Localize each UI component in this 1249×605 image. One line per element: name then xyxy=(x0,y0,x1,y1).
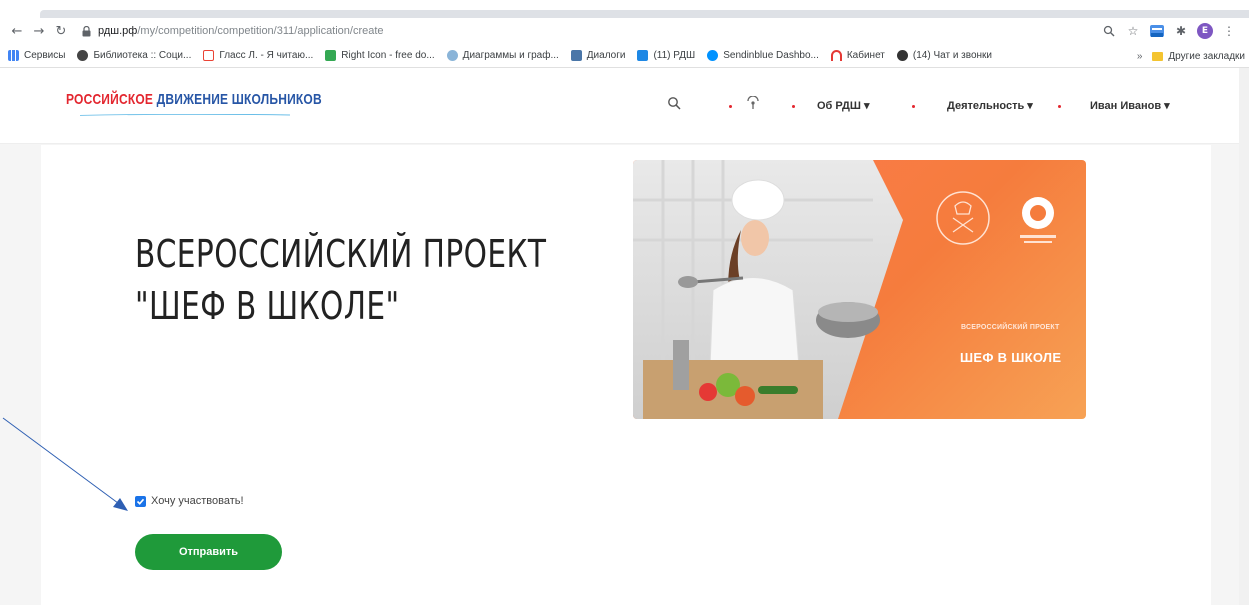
arch-icon xyxy=(830,50,842,61)
arrow-circle-icon xyxy=(896,50,908,61)
site-logo[interactable]: РОССИЙСКОЕ ДВИЖЕНИЕ ШКОЛЬНИКОВ xyxy=(66,90,322,108)
chat-icon xyxy=(637,50,649,61)
site-header: РОССИЙСКОЕ ДВИЖЕНИЕ ШКОЛЬНИКОВ Об РДШ ▾ … xyxy=(0,68,1249,144)
more-bookmarks-icon[interactable]: » xyxy=(1137,51,1143,62)
accessibility-icon[interactable] xyxy=(746,95,760,113)
other-bookmarks[interactable]: Другие закладки xyxy=(1168,51,1245,62)
bookmark-item[interactable]: (11) РДШ xyxy=(637,50,695,61)
eye-icon xyxy=(446,50,458,61)
menu-activity[interactable]: Деятельность ▾ xyxy=(947,99,1033,112)
participate-label: Хочу участвовать! xyxy=(151,495,244,507)
banner-title: ШЕФ В ШКОЛЕ xyxy=(960,350,1062,365)
avatar: E xyxy=(1197,23,1213,39)
bookmark-item[interactable]: (14) Чат и звонки xyxy=(896,50,992,61)
back-icon[interactable]: ← xyxy=(6,20,28,42)
tab-strip xyxy=(0,0,1249,18)
extension-new-icon[interactable] xyxy=(1147,21,1167,41)
bookmark-item[interactable]: Диалоги xyxy=(570,50,625,61)
profile-avatar[interactable]: E xyxy=(1195,21,1215,41)
project-banner: ВСЕРОССИЙСКИЙ ПРОЕКТ ШЕФ В ШКОЛЕ xyxy=(633,160,1086,419)
bookmarks-bar: Сервисы Библиотека :: Соци... Гласс Л. -… xyxy=(0,44,1249,68)
address-bar: ← → ↻ рдш.рф /my/competition/competition… xyxy=(0,18,1249,44)
scrollbar[interactable] xyxy=(1239,68,1249,605)
menu-about[interactable]: Об РДШ ▾ xyxy=(817,99,870,112)
url-domain: рдш.рф xyxy=(98,25,138,37)
lock-icon xyxy=(80,25,92,37)
kebab-menu-icon[interactable]: ⋮ xyxy=(1219,21,1239,41)
bookmark-item[interactable]: Right Icon - free do... xyxy=(325,50,435,61)
participate-checkbox[interactable] xyxy=(135,495,146,507)
emblem-icon xyxy=(936,191,990,245)
bookmark-item[interactable]: Диаграммы и граф... xyxy=(446,50,559,61)
bookmark-item[interactable]: Библиотека :: Соци... xyxy=(77,50,191,61)
search-icon[interactable] xyxy=(667,96,681,113)
banner-subtitle: ВСЕРОССИЙСКИЙ ПРОЕКТ xyxy=(961,324,1060,331)
participate-checkbox-row[interactable]: Хочу участвовать! xyxy=(135,495,244,507)
zoom-icon[interactable] xyxy=(1099,21,1119,41)
star-icon[interactable]: ☆ xyxy=(1123,21,1143,41)
url-path: /my/competition/competition/311/applicat… xyxy=(137,25,384,37)
submit-button[interactable]: Отправить xyxy=(135,534,282,570)
menu-user[interactable]: Иван Иванов ▾ xyxy=(1090,99,1170,112)
bookmark-item[interactable]: Sendinblue Dashbo... xyxy=(707,50,819,61)
apps-grid-icon xyxy=(8,50,19,61)
globe-icon xyxy=(77,50,89,61)
pdf-icon xyxy=(203,50,215,61)
right-icon-logo xyxy=(325,50,337,61)
puzzle-icon[interactable]: ✱ xyxy=(1171,21,1191,41)
sendinblue-icon xyxy=(707,50,719,61)
chef-photo xyxy=(633,160,903,419)
menu-dot xyxy=(792,105,795,108)
page-title: ВСЕРОССИЙСКИЙ ПРОЕКТ "ШЕФ В ШКОЛЕ" xyxy=(135,232,547,328)
bookmark-item[interactable]: Кабинет xyxy=(830,50,885,61)
forward-icon[interactable]: → xyxy=(28,20,50,42)
folder-icon xyxy=(1152,51,1164,61)
logo-swoosh xyxy=(80,114,290,116)
rdsh-logo-icon xyxy=(1020,197,1056,243)
vk-icon xyxy=(570,50,582,61)
bookmark-item[interactable]: Гласс Л. - Я читаю... xyxy=(203,50,313,61)
reload-icon[interactable]: ↻ xyxy=(50,20,72,42)
menu-dot xyxy=(729,105,732,108)
url-field[interactable]: рдш.рф /my/competition/competition/311/a… xyxy=(80,20,1099,42)
menu-dot xyxy=(1058,105,1061,108)
page: ← → ↻ рдш.рф /my/competition/competition… xyxy=(0,0,1249,605)
bookmark-apps[interactable]: Сервисы xyxy=(8,50,65,61)
menu-dot xyxy=(912,105,915,108)
